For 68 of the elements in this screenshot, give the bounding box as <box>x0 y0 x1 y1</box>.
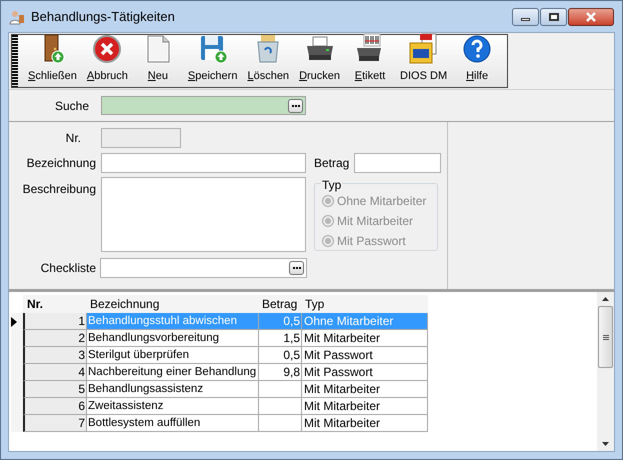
column-header[interactable]: Nr. <box>23 295 87 313</box>
search-field[interactable] <box>101 96 306 115</box>
window-title: Behandlungs-Tätigkeiten <box>31 8 176 26</box>
scrollbar[interactable] <box>597 292 614 451</box>
table-cell: Zweitassistenz <box>87 398 259 415</box>
table-cell: 6 <box>23 398 87 415</box>
table-cell: Mit Mitarbeiter <box>302 398 428 415</box>
name-label: Bezeichnung <box>26 154 96 172</box>
table-cell: Mit Mitarbeiter <box>302 330 428 347</box>
table-cell: 1 <box>23 313 87 330</box>
table-cell: 9,8 <box>259 364 302 381</box>
maximize-button[interactable] <box>540 8 567 26</box>
column-header[interactable]: Typ <box>302 295 428 313</box>
table-cell: 7 <box>23 415 87 432</box>
checklist-label: Checkliste <box>40 260 96 277</box>
amount-label: Betrag <box>314 154 350 172</box>
table-cell: Behandlungsvorbereitung <box>87 330 259 347</box>
table-cell: 0,5 <box>259 313 302 330</box>
table-cell <box>259 415 302 432</box>
table-cell: Nachbereitung einer Behandlung <box>87 364 259 381</box>
table-cell <box>259 398 302 415</box>
ellipsis-button[interactable] <box>288 98 303 112</box>
table-cell <box>259 381 302 398</box>
toolbar-button[interactable]: Neu <box>134 32 182 84</box>
table-cell: Mit Passwort <box>302 347 428 364</box>
description-label: Beschreibung <box>22 181 96 198</box>
radio-label: Mit Passwort <box>337 233 406 250</box>
toolbar-button[interactable]: Schließen <box>24 32 81 84</box>
table-cell: Bottlesystem auffüllen <box>87 415 259 432</box>
table-cell: 5 <box>23 381 87 398</box>
description-field[interactable] <box>101 177 306 252</box>
radio-label: Mit Mitarbeiter <box>337 213 414 230</box>
nr-label: Nr. <box>64 130 81 147</box>
toolbar-button[interactable]: Speichern <box>184 32 242 84</box>
name-field[interactable] <box>101 152 306 172</box>
minimize-button[interactable] <box>512 8 539 26</box>
close-icon <box>585 12 597 22</box>
table-cell: 1,5 <box>259 330 302 347</box>
column-header[interactable]: Betrag <box>259 295 302 313</box>
radio-label: Ohne Mitarbeiter <box>337 193 426 210</box>
table-cell: Mit Passwort <box>302 364 428 381</box>
toolbar-button[interactable]: Abbruch <box>82 32 132 84</box>
toolbar-button[interactable]: Etikett <box>346 32 394 84</box>
cancel-icon <box>91 32 124 64</box>
table-cell: Mit Mitarbeiter <box>302 381 428 398</box>
table-cell: Ohne Mitarbeiter <box>302 313 428 330</box>
table-cell: Behandlungsstuhl abwischen <box>87 313 259 330</box>
close-button[interactable] <box>568 8 614 26</box>
column-header[interactable]: Bezeichnung <box>87 295 259 313</box>
table-cell: 2 <box>23 330 87 347</box>
checklist-field[interactable] <box>100 258 307 278</box>
table-cell: 0,5 <box>259 347 302 364</box>
row-header[interactable] <box>11 313 23 330</box>
table-cell: Sterilgut überprüfen <box>87 347 259 364</box>
amount-field[interactable] <box>354 152 442 172</box>
table-cell: 4 <box>23 364 87 381</box>
toolbar-button[interactable]: Drucken <box>295 32 344 84</box>
ellipsis-button[interactable] <box>289 261 304 275</box>
app-icon <box>9 8 25 24</box>
toolbar-button[interactable]: Hilfe <box>453 32 502 84</box>
toolbar-button[interactable]: Löschen <box>243 32 294 84</box>
toolbar-button[interactable]: DIOS DM <box>396 32 452 84</box>
table-cell: 3 <box>23 347 87 364</box>
search-label: Suche <box>54 98 89 114</box>
help-icon <box>461 32 494 64</box>
table-cell: Mit Mitarbeiter <box>302 415 428 432</box>
nr-field[interactable] <box>101 128 181 148</box>
table-cell: Behandlungsassistenz <box>87 381 259 398</box>
